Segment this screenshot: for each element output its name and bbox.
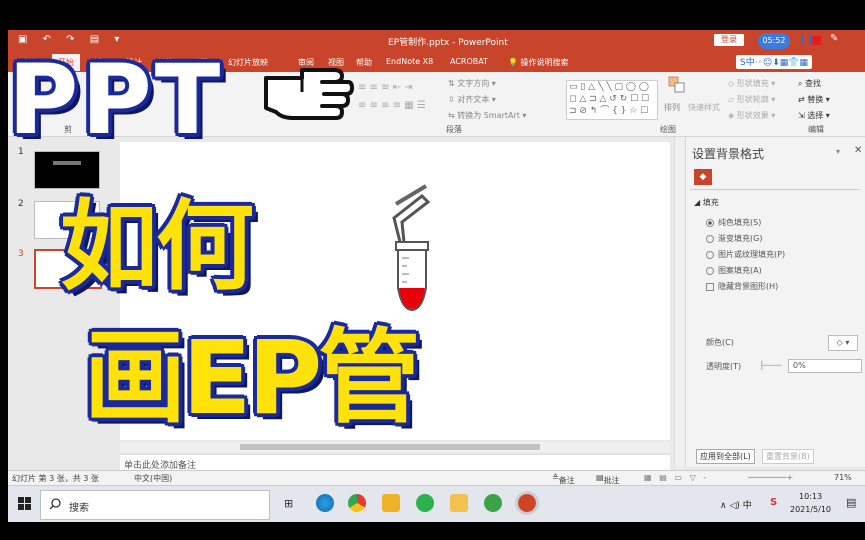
stop-icon[interactable]: [812, 36, 821, 45]
task-view-icon[interactable]: ⊞: [284, 497, 293, 510]
solid-fill-option[interactable]: 纯色填充(S): [706, 217, 761, 228]
close-icon[interactable]: ✕: [854, 145, 862, 156]
slide-number: 2: [18, 199, 24, 209]
notes-toggle[interactable]: ≙ 备注: [552, 473, 575, 485]
transparency-input[interactable]: 0%: [788, 359, 862, 373]
search-placeholder: 搜索: [69, 503, 89, 514]
fill-section-header[interactable]: ◢ 填充: [694, 197, 719, 208]
wechat-icon[interactable]: [416, 494, 434, 512]
comments-toggle[interactable]: ▤ 批注: [596, 473, 620, 485]
transparency-slider[interactable]: ▕────: [756, 361, 781, 370]
taskbar-search[interactable]: 搜索: [40, 490, 270, 520]
gradient-fill-option[interactable]: 渐变填充(G): [706, 233, 762, 244]
drawing-group-label: 绘图: [660, 125, 676, 134]
shapes-gallery[interactable]: ▭ ▯ △ ╲ ╲ ▢ ◯ ◯ ◻ △ ⊐ △ ↺ ↻ ☐ ☐ ⊐ ⊘ ↰ ⌒ { …: [566, 80, 658, 120]
clock-time: 10:13: [798, 492, 823, 501]
arrange-icon[interactable]: [668, 76, 686, 98]
taskbar-clock[interactable]: 10:13 2021/5/10: [790, 490, 831, 516]
format-background-pane: 设置背景格式 ▾ ✕ ◆ ◢ 填充 纯色填充(S) 渐变填充(G) 图片或纹理填…: [685, 137, 865, 467]
status-bar: 幻灯片 第 3 张，共 3 张 中文(中国) ≙ 备注 ▤ 批注 ▦ ▤ ▭ ▽…: [8, 470, 865, 485]
clock-date: 2021/5/10: [790, 505, 832, 514]
recorder-timer: 05:52: [758, 33, 790, 49]
slide-counter: 幻灯片 第 3 张，共 3 张: [12, 474, 99, 483]
search-icon: [49, 498, 61, 510]
transparency-label: 透明度(T): [706, 362, 742, 371]
tab-endnote[interactable]: EndNote X8: [386, 57, 433, 66]
apply-to-all-button[interactable]: 应用到全部(L): [696, 449, 755, 464]
scroll-thumb[interactable]: [240, 444, 540, 450]
file-explorer-icon[interactable]: [450, 494, 468, 512]
editing-group-label: 编辑: [808, 125, 824, 134]
chrome-icon[interactable]: [348, 494, 366, 512]
windows-taskbar: 搜索 ⊞ ∧ ◁) 中 S 10:13 2021/5/10 ▤: [8, 485, 865, 522]
pattern-fill-option[interactable]: 图案填充(A): [706, 265, 762, 276]
slide-thumbnail-1[interactable]: [34, 151, 100, 189]
overlay-title-how: 如何: [60, 190, 254, 304]
find-button[interactable]: ⌕ 查找: [798, 78, 821, 89]
tell-me-search[interactable]: 💡 操作说明搜索: [508, 57, 569, 68]
zoom-slider[interactable]: ────────+: [748, 473, 793, 482]
picture-fill-option[interactable]: 图片或纹理填充(P): [706, 249, 785, 260]
pane-title: 设置背景格式: [692, 147, 765, 161]
system-tray[interactable]: ∧ ◁) 中: [720, 498, 752, 511]
select-button[interactable]: ⇲ 选择 ▾: [798, 110, 830, 121]
paragraph-controls[interactable]: ≡ ≡ ≡ ⇤ ⇥: [358, 82, 413, 93]
window-title: EP管制作.pptx - PowerPoint: [388, 38, 508, 48]
powerpoint-icon[interactable]: [515, 491, 539, 515]
vertical-scrollbar[interactable]: [674, 137, 685, 467]
quick-styles-button[interactable]: 快速样式: [688, 102, 720, 113]
app-icon[interactable]: [382, 494, 400, 512]
divider: [690, 189, 860, 190]
overlay-title-draw-ep: 画EP管: [84, 319, 420, 438]
replace-button[interactable]: ⇄ 替换 ▾: [798, 94, 830, 105]
shape-outline-button[interactable]: ▱ 形状轮廓 ▾: [728, 94, 775, 105]
align-text-button[interactable]: ⇳ 对齐文本 ▾: [448, 94, 496, 105]
text-direction-button[interactable]: ⇅ 文字方向 ▾: [448, 78, 496, 89]
pane-menu-icon[interactable]: ▾: [836, 147, 840, 156]
pen-icon[interactable]: ✎: [830, 33, 838, 44]
horizontal-scrollbar[interactable]: [120, 442, 670, 452]
overlay-title-ppt: PPT: [8, 44, 224, 156]
color-label: 颜色(C): [706, 338, 734, 347]
reset-background-button[interactable]: 重置背景(B): [762, 449, 814, 464]
tab-help[interactable]: 帮助: [356, 57, 372, 68]
convert-smartart-button[interactable]: ⇆ 转换为 SmartArt ▾: [448, 110, 526, 121]
tab-acrobat[interactable]: ACROBAT: [450, 57, 488, 66]
sogou-icon[interactable]: S: [770, 497, 777, 508]
tell-me-label: 操作说明搜索: [520, 58, 569, 67]
hide-background-checkbox[interactable]: 隐藏背景图形(H): [706, 281, 778, 292]
paragraph-group-label: 段落: [446, 125, 462, 134]
color-picker-button[interactable]: ◇ ▾: [828, 335, 858, 351]
shape-effects-button[interactable]: ◈ 形状效果 ▾: [728, 110, 775, 121]
shape-fill-button[interactable]: ◇ 形状填充 ▾: [728, 78, 775, 89]
windows-start-icon[interactable]: [18, 497, 32, 511]
edge-icon[interactable]: [316, 494, 334, 512]
zoom-level[interactable]: 71%: [834, 473, 852, 482]
notification-icon[interactable]: ▤: [846, 496, 856, 509]
alignment-controls[interactable]: ≡ ≡ ≡ ≡ ▦ ☰: [358, 100, 426, 111]
input-method-toolbar[interactable]: S中·◦☺⬇▦👕▦: [736, 55, 813, 69]
language-indicator[interactable]: 中文(中国): [134, 473, 172, 484]
arrange-button[interactable]: 排列: [664, 102, 680, 113]
view-buttons[interactable]: ▦ ▤ ▭ ▽ -: [644, 473, 706, 482]
slide-number: 3: [18, 249, 24, 259]
notes-pane[interactable]: 单击此处添加备注: [120, 454, 670, 471]
paint-bucket-icon[interactable]: ◆: [694, 169, 712, 185]
login-button[interactable]: 登录: [714, 34, 744, 46]
hand-pointer-icon: [264, 68, 354, 120]
app-icon[interactable]: [484, 494, 502, 512]
ep-tube-icon[interactable]: [382, 178, 442, 312]
